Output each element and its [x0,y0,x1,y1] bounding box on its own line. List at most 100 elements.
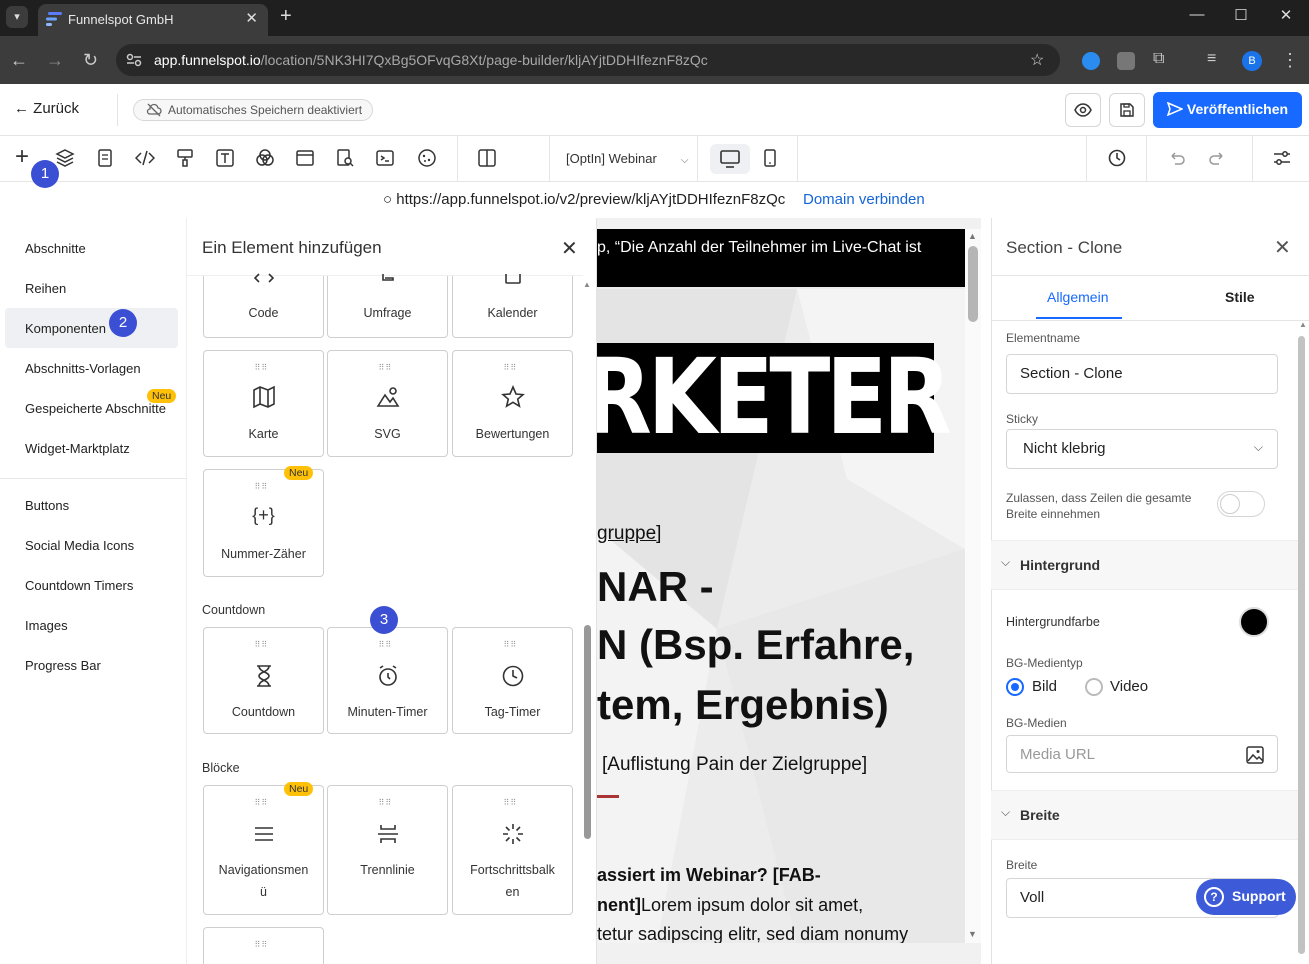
browser-menu-icon[interactable]: ⋮ [1281,50,1299,71]
new-tab-button[interactable]: + [280,5,292,28]
browser-tab[interactable]: Funnelspot GmbH ✕ [38,4,268,36]
site-settings-icon[interactable] [126,53,142,67]
element-card-partial[interactable]: ⠿⠿ [203,927,324,964]
add-element-button[interactable]: + [15,143,29,171]
cookie-icon[interactable] [417,148,437,168]
media-url-input[interactable]: Media URL [1006,735,1235,773]
scroll-down-arrow-icon[interactable]: ▼ [968,929,977,939]
mobile-icon[interactable] [760,148,780,168]
element-card-umfrage[interactable]: Umfrage [327,274,448,338]
element-card-countdown[interactable]: ⠿⠿ Countdown [203,627,324,734]
sidebar-item-gespeicherte-abschnitte[interactable]: Gespeicherte Abschnitte [25,401,166,416]
drag-handle-icon[interactable]: ⠿⠿ [504,363,518,372]
page-select[interactable]: [OptIn] Webinar ⌵ [566,151,688,166]
publish-button[interactable]: Veröffentlichen [1153,92,1302,128]
element-card-navigationsmenue[interactable]: ⠿⠿ Navigationsmen ü [203,785,324,915]
drag-handle-icon[interactable]: ⠿⠿ [379,363,393,372]
element-card-tag-timer[interactable]: ⠿⠿ Tag-Timer [452,627,573,734]
element-card-kalender[interactable]: Kalender [452,274,573,338]
drag-handle-icon[interactable]: ⠿⠿ [379,640,393,649]
close-icon[interactable]: ✕ [1274,235,1291,260]
forward-arrow-icon[interactable]: → [46,50,64,71]
scroll-up-arrow-icon[interactable]: ▲ [1299,320,1307,329]
code-icon[interactable] [135,148,155,168]
autosave-status[interactable]: Automatisches Speichern deaktiviert [133,99,374,121]
sidebar-item-images[interactable]: Images [25,618,68,633]
sticky-select[interactable]: Nicht klebrig ⌵ [1006,429,1278,469]
radio-bild-label[interactable]: Bild [1032,678,1057,695]
url-field[interactable]: app.funnelspot.io/location/5NK3HI7QxBg5O… [116,44,1060,76]
properties-scroll-thumb[interactable] [1298,336,1305,954]
bg-color-swatch[interactable] [1239,607,1269,637]
desktop-view-button[interactable] [710,144,750,174]
radio-bild[interactable] [1006,678,1024,696]
extensions-puzzle-icon[interactable]: ⧉ [1153,50,1164,68]
element-card-minuten-timer[interactable]: ⠿⠿ Minuten-Timer [327,627,448,734]
background-group-header[interactable]: ⌵ Hintergrund [991,540,1298,590]
terminal-icon[interactable] [375,148,395,168]
support-button[interactable]: ? Support [1196,879,1296,915]
preview-button[interactable] [1065,93,1101,127]
drag-handle-icon[interactable]: ⠿⠿ [255,940,269,949]
element-card-bewertungen[interactable]: ⠿⠿ Bewertungen [452,350,573,457]
close-tab-icon[interactable]: ✕ [245,9,258,27]
tab-allgemein[interactable]: Allgemein [1047,289,1108,305]
sidebar-item-social-media-icons[interactable]: Social Media Icons [25,538,134,553]
save-button[interactable] [1109,93,1145,127]
drag-handle-icon[interactable]: ⠿⠿ [255,482,269,491]
marketer-banner-image[interactable]: RKETER [597,341,952,453]
element-name-input[interactable]: Section - Clone [1006,354,1278,394]
element-card-trennlinie[interactable]: ⠿⠿ Trennlinie [327,785,448,915]
close-icon[interactable]: ✕ [561,236,578,261]
split-view-icon[interactable] [477,148,497,168]
extension-blue-icon[interactable] [1082,52,1100,70]
maximize-icon[interactable]: ☐ [1221,6,1261,24]
undo-icon[interactable] [1167,148,1187,168]
tab-search-button[interactable]: ▾ [6,6,28,28]
paint-roller-icon[interactable] [175,148,195,168]
drag-handle-icon[interactable]: ⠿⠿ [255,640,269,649]
radio-video-label[interactable]: Video [1110,678,1148,695]
reload-icon[interactable]: ↻ [83,50,98,71]
sidebar-item-abschnitts-vorlagen[interactable]: Abschnitts-Vorlagen [25,361,141,376]
page-settings-icon[interactable] [95,148,115,168]
preview-url[interactable]: ○ https://app.funnelspot.io/v2/preview/k… [383,191,785,208]
layers-icon[interactable] [55,148,75,168]
back-button[interactable]: ← Zurück [14,100,79,117]
audience-link[interactable]: gruppe] [597,523,661,545]
canvas-scroll-thumb[interactable] [968,246,978,322]
window-close-icon[interactable]: ✕ [1266,6,1306,24]
media-picker-button[interactable] [1234,735,1278,773]
sidebar-item-countdown-timers[interactable]: Countdown Timers [25,578,133,593]
extension-code-icon[interactable] [1117,52,1135,70]
element-card-code[interactable]: Code [203,273,324,338]
history-icon[interactable] [1107,148,1127,168]
tab-stile[interactable]: Stile [1225,289,1255,305]
connect-domain-link[interactable]: Domain verbinden [803,191,925,208]
back-arrow-icon[interactable]: ← [10,50,28,71]
color-palette-icon[interactable] [255,148,275,168]
settings-sliders-icon[interactable] [1272,148,1292,168]
scroll-up-arrow-icon[interactable]: ▲ [583,280,591,289]
radio-video[interactable] [1085,678,1103,696]
seo-search-icon[interactable] [335,148,355,168]
width-group-header[interactable]: ⌵ Breite [991,790,1298,840]
drag-handle-icon[interactable]: ⠿⠿ [255,363,269,372]
drag-handle-icon[interactable]: ⠿⠿ [504,640,518,649]
bookmark-star-icon[interactable]: ☆ [1030,50,1044,70]
element-card-karte[interactable]: ⠿⠿ Karte [203,350,324,457]
drag-handle-icon[interactable]: ⠿⠿ [379,798,393,807]
sidebar-item-progress-bar[interactable]: Progress Bar [25,658,101,673]
typography-icon[interactable] [215,148,235,168]
panel-scroll-thumb[interactable] [584,625,591,839]
element-card-nummer-zaehler[interactable]: ⠿⠿ {+} Nummer-Zäher [203,469,324,577]
media-control-icon[interactable]: ≡ [1207,50,1216,68]
full-width-toggle[interactable] [1217,491,1265,517]
announcement-bar[interactable]: p, “Die Anzahl der Teilnehmer im Live-Ch… [597,229,965,287]
sidebar-item-komponenten[interactable]: Komponenten [25,321,106,336]
scroll-up-arrow-icon[interactable]: ▲ [968,231,977,241]
redo-icon[interactable] [1207,148,1227,168]
element-card-svg[interactable]: ⠿⠿ SVG [327,350,448,457]
element-card-fortschrittsbalken[interactable]: ⠿⠿ Fortschrittsbalk en [452,785,573,915]
sidebar-item-buttons[interactable]: Buttons [25,498,69,513]
